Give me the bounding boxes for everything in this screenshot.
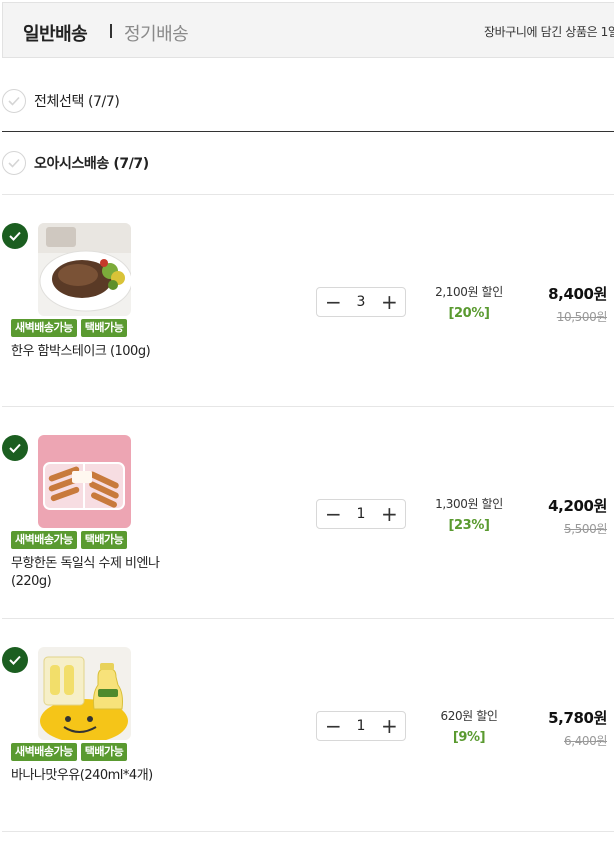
discount-info: 1,300원 할인 [23%] — [420, 495, 518, 533]
decrease-button[interactable]: − — [325, 292, 342, 312]
delivery-badges: 새벽배송가능 택배가능 — [11, 531, 128, 549]
courier-delivery-badge: 택배가능 — [80, 531, 128, 549]
cart-item: 새벽배송가능 택배가능 한우 함박스테이크 (100g) − 3 + 2,100… — [0, 195, 614, 407]
check-icon — [8, 96, 20, 106]
check-icon — [8, 158, 20, 168]
check-icon — [9, 443, 21, 453]
cart-item: 새벽배송가능 택배가능 무항한돈 독일식 수제 비엔나 (220g) − 1 +… — [0, 407, 614, 619]
tab-general-delivery[interactable]: 일반배송 — [23, 20, 88, 46]
price-info: 8,400원 10,500원 — [548, 283, 607, 325]
group-select-checkbox[interactable] — [2, 151, 26, 175]
quantity-stepper: − 3 + — [316, 287, 406, 317]
discount-info: 2,100원 할인 [20%] — [420, 283, 518, 321]
sale-price: 8,400원 — [548, 285, 607, 303]
increase-button[interactable]: + — [381, 716, 398, 736]
product-name[interactable]: 바나나맛우유(240ml*4개) — [11, 767, 191, 785]
quantity-value: 1 — [356, 506, 366, 522]
original-price: 6,400원 — [564, 734, 607, 748]
dawn-delivery-badge: 새벽배송가능 — [11, 531, 77, 549]
product-thumbnail[interactable] — [38, 435, 131, 528]
price-info: 4,200원 5,500원 — [548, 495, 607, 537]
discount-rate: [20%] — [448, 306, 490, 321]
select-all-checkbox[interactable] — [2, 89, 26, 113]
decrease-button[interactable]: − — [325, 504, 342, 524]
product-name[interactable]: 무항한돈 독일식 수제 비엔나 (220g) — [11, 555, 176, 591]
dawn-delivery-badge: 새벽배송가능 — [11, 743, 77, 761]
item-checkbox[interactable] — [2, 647, 28, 673]
sale-price: 5,780원 — [548, 709, 607, 727]
delivery-badges: 새벽배송가능 택배가능 — [11, 319, 128, 337]
dawn-delivery-badge: 새벽배송가능 — [11, 319, 77, 337]
cart-item: 새벽배송가능 택배가능 바나나맛우유(240ml*4개) − 1 + 620원 … — [0, 619, 614, 831]
product-thumbnail[interactable] — [38, 647, 131, 740]
product-name[interactable]: 한우 함박스테이크 (100g) — [11, 343, 191, 361]
quantity-value: 1 — [356, 718, 366, 734]
discount-rate: [9%] — [452, 730, 486, 745]
group-select-row[interactable]: 오아시스배송 (7/7) — [2, 151, 614, 175]
price-info: 5,780원 6,400원 — [548, 707, 607, 749]
divider — [2, 131, 614, 132]
courier-delivery-badge: 택배가능 — [80, 319, 128, 337]
quantity-stepper: − 1 + — [316, 499, 406, 529]
select-all-label: 전체선택 (7/7) — [34, 94, 120, 110]
increase-button[interactable]: + — [381, 292, 398, 312]
discount-amount: 2,100원 할인 — [435, 285, 503, 299]
original-price: 5,500원 — [564, 522, 607, 536]
product-thumbnail[interactable] — [38, 223, 131, 316]
discount-rate: [23%] — [448, 518, 490, 533]
discount-amount: 620원 할인 — [440, 709, 498, 723]
increase-button[interactable]: + — [381, 504, 398, 524]
quantity-value: 3 — [356, 294, 366, 310]
tab-divider — [110, 24, 112, 38]
quantity-stepper: − 1 + — [316, 711, 406, 741]
discount-amount: 1,300원 할인 — [435, 497, 503, 511]
courier-delivery-badge: 택배가능 — [80, 743, 128, 761]
check-icon — [9, 655, 21, 665]
group-label: 오아시스배송 (7/7) — [34, 156, 149, 172]
select-all-row[interactable]: 전체선택 (7/7) — [2, 89, 614, 113]
item-checkbox[interactable] — [2, 435, 28, 461]
tab-regular-delivery[interactable]: 정기배송 — [124, 20, 189, 46]
cart-retention-note: 장바구니에 담긴 상품은 1일 — [484, 25, 614, 39]
check-icon — [9, 231, 21, 241]
discount-info: 620원 할인 [9%] — [420, 707, 518, 745]
decrease-button[interactable]: − — [325, 716, 342, 736]
delivery-badges: 새벽배송가능 택배가능 — [11, 743, 128, 761]
delivery-tabbar: 일반배송 정기배송 장바구니에 담긴 상품은 1일 — [2, 2, 614, 58]
item-checkbox[interactable] — [2, 223, 28, 249]
sale-price: 4,200원 — [548, 497, 607, 515]
divider — [2, 831, 614, 832]
original-price: 10,500원 — [556, 310, 608, 324]
